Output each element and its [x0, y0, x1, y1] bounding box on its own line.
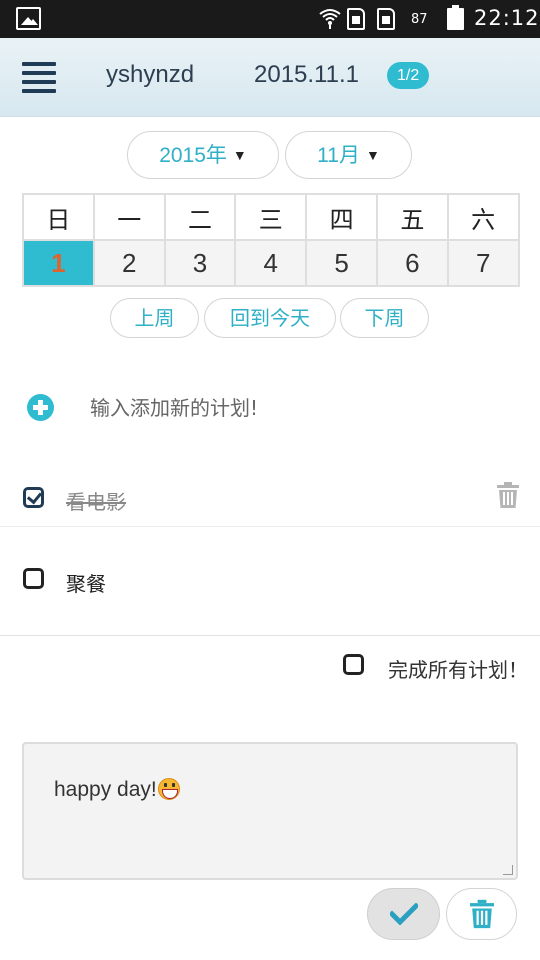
complete-all-label: 完成所有计划！ [388, 658, 528, 682]
sim1-icon [347, 8, 365, 30]
caret-down-icon: ▼ [232, 147, 247, 163]
calendar-day[interactable]: 7 [446, 239, 520, 287]
next-week-button[interactable]: 下周 [340, 298, 429, 338]
add-plan-input[interactable] [90, 392, 510, 424]
delete-note-button[interactable] [446, 888, 517, 940]
status-bar: 87 22:12 [0, 0, 540, 38]
header-date: 2015.11.1 [254, 61, 359, 88]
caret-down-icon: ▼ [365, 147, 380, 163]
weekday-header: 日 [22, 193, 95, 241]
confirm-button[interactable] [367, 888, 440, 940]
weekday-header: 四 [305, 193, 378, 241]
checkmark-icon [389, 903, 418, 925]
plan-checkbox-checked[interactable] [23, 487, 44, 508]
image-notification-icon [16, 7, 41, 30]
app-header: yshynzd 2015.11.1 1/2 [0, 38, 540, 117]
plan-text: 看电影 [66, 490, 126, 514]
plan-checkbox[interactable] [23, 568, 44, 589]
sim2-icon [377, 8, 395, 30]
plan-item: 聚餐 [0, 527, 540, 636]
calendar-day[interactable]: 5 [305, 239, 378, 287]
calendar-day[interactable]: 2 [92, 239, 166, 287]
wifi-icon [319, 9, 341, 29]
back-to-today-button[interactable]: 回到今天 [204, 298, 336, 338]
weekday-header: 二 [163, 193, 237, 241]
note-textarea[interactable]: happy day! [22, 742, 518, 880]
weekday-header: 一 [92, 193, 166, 241]
battery-percent: 87 [411, 12, 428, 27]
grinning-emoji-icon [157, 778, 180, 800]
clock: 22:12 [474, 6, 540, 30]
resize-handle-icon[interactable] [503, 865, 513, 875]
calendar-day[interactable]: 4 [234, 239, 308, 287]
plus-circle-icon[interactable] [27, 394, 54, 421]
weekday-header: 六 [446, 193, 520, 241]
calendar-day[interactable]: 6 [375, 239, 449, 287]
hamburger-icon[interactable] [22, 62, 56, 93]
prev-week-button[interactable]: 上周 [110, 298, 199, 338]
trash-icon[interactable] [497, 482, 519, 508]
year-selector-label: 2015年 [159, 144, 227, 167]
complete-all-checkbox[interactable] [343, 654, 364, 675]
page-badge[interactable]: 1/2 [387, 62, 430, 89]
calendar-day-selected[interactable]: 1 [22, 239, 95, 287]
trash-icon [469, 899, 494, 929]
user-name: yshynzd [106, 61, 195, 88]
plan-text: 聚餐 [66, 572, 106, 596]
weekday-header: 三 [234, 193, 308, 241]
calendar-day[interactable]: 3 [163, 239, 237, 287]
battery-icon [447, 5, 464, 30]
weekday-header: 五 [375, 193, 449, 241]
plan-item: 看电影 [0, 470, 540, 527]
month-selector-label: 11月 [317, 144, 360, 167]
month-selector[interactable]: 11月 ▼ [285, 131, 412, 179]
year-selector[interactable]: 2015年 ▼ [127, 131, 279, 179]
week-calendar: 日 一 二 三 四 五 六 1 2 3 4 5 6 7 [22, 193, 520, 287]
note-text: happy day! [54, 778, 157, 801]
